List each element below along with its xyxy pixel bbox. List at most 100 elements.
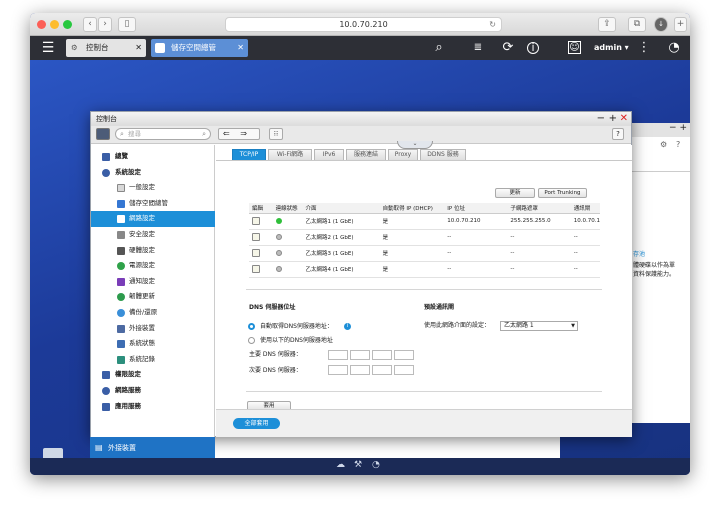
sidebar-item-network[interactable]: 網路設定: [91, 211, 215, 227]
secondary-dns-label: 次要 DNS 伺服器：: [249, 367, 302, 374]
add-icon[interactable]: +: [679, 123, 687, 133]
overview-icon: [102, 153, 110, 161]
sidebar-item-general[interactable]: 一般設定: [91, 180, 215, 196]
tab-control-panel[interactable]: ⚙ 控制台 ✕: [66, 39, 146, 57]
secondary-dns-octet[interactable]: [394, 365, 414, 375]
sidebar-item-applications[interactable]: 應用服務: [91, 399, 215, 415]
new-tab-icon[interactable]: +: [674, 17, 687, 32]
secondary-dns-octet[interactable]: [328, 365, 348, 375]
sidebar-item-network-services[interactable]: 網路服務: [91, 383, 215, 399]
tab-ipv6[interactable]: IPv6: [314, 149, 344, 160]
menu-icon[interactable]: ☰: [40, 40, 56, 56]
tab-ddns[interactable]: DDNS 服務: [420, 149, 466, 160]
user-menu[interactable]: admin ▾: [594, 40, 629, 56]
tab-storage-manager[interactable]: 儲存空間總管 ✕: [151, 39, 248, 57]
edit-icon[interactable]: [252, 233, 260, 241]
collapse-icon[interactable]: ⌄: [397, 141, 433, 149]
table-row[interactable]: 乙太網路2 (1 GbE) 是 -- -- --: [249, 229, 600, 246]
system-logs-icon: [117, 355, 125, 364]
info-icon[interactable]: i: [527, 42, 539, 54]
cloud-icon[interactable]: ☁: [336, 460, 345, 470]
tab-tcpip[interactable]: TCP/IP: [232, 149, 266, 160]
sidebar-item-firmware[interactable]: 韌體更新: [91, 289, 215, 305]
sidebar-item-hardware[interactable]: 硬體設定: [91, 243, 215, 259]
window-title: 控制台: [96, 115, 117, 123]
more-icon[interactable]: ⋮: [636, 40, 652, 56]
sidebar-item-system-logs[interactable]: 系統記錄: [91, 352, 215, 368]
download-icon[interactable]: ↓: [654, 17, 668, 32]
tabs-overview-icon[interactable]: ⧉: [628, 17, 646, 32]
forward-icon[interactable]: ›: [98, 17, 112, 32]
background-task-icon[interactable]: ≣: [470, 40, 486, 56]
user-icon[interactable]: ☺: [568, 41, 581, 54]
forward-arrow-icon[interactable]: ⇒: [240, 129, 247, 138]
tools-icon[interactable]: ⚒: [354, 460, 362, 470]
primary-dns-octet[interactable]: [328, 350, 348, 360]
edit-icon[interactable]: [252, 217, 260, 225]
table-row[interactable]: 乙太網路3 (1 GbE) 是 -- -- --: [249, 245, 600, 262]
close-icon[interactable]: ✕: [237, 39, 244, 57]
tab-wifi[interactable]: Wi-Fi網路: [268, 149, 312, 160]
control-panel-window: 控制台 − + ✕ ⌕ 搜尋 ⌕ ⇐ ⇒ ⁝⁝ ? 總覽 系統設定 一般設定 儲…: [90, 111, 632, 437]
close-icon[interactable]: ✕: [620, 112, 628, 126]
sidebar-item-system-status[interactable]: 系統狀態: [91, 336, 215, 352]
minimize-window-button[interactable]: [50, 20, 59, 29]
sidebar-toggle-icon[interactable]: ▯: [118, 17, 136, 32]
primary-dns-octet[interactable]: [394, 350, 414, 360]
maximize-icon[interactable]: +: [609, 112, 617, 126]
tab-proxy[interactable]: Proxy: [388, 149, 418, 160]
sidebar-item-privilege[interactable]: 權限設定: [91, 367, 215, 383]
dashboard-icon[interactable]: ◔: [666, 40, 682, 56]
gateway-select[interactable]: 乙太網路 1 ▼: [500, 321, 578, 331]
share-icon[interactable]: ⇪: [598, 17, 616, 32]
dns-manual-radio[interactable]: [248, 337, 255, 344]
secondary-dns-octet[interactable]: [372, 365, 392, 375]
refresh-button[interactable]: 更新: [495, 188, 535, 198]
reload-icon[interactable]: ↻: [489, 18, 496, 31]
general-settings-icon: [117, 184, 125, 193]
primary-dns-octet[interactable]: [350, 350, 370, 360]
sidebar-item-external-device[interactable]: 外接裝置: [91, 321, 215, 337]
sidebar-item-storage[interactable]: 儲存空間總管: [91, 196, 215, 212]
dashboard-icon[interactable]: ◔: [372, 460, 380, 470]
search-input[interactable]: ⌕ 搜尋 ⌕: [115, 128, 211, 140]
port-trunking-button[interactable]: Port Trunking: [538, 188, 587, 198]
back-icon[interactable]: ‹: [83, 17, 97, 32]
sidebar-item-overview[interactable]: 總覽: [91, 149, 215, 165]
primary-dns-octet[interactable]: [372, 350, 392, 360]
sync-icon[interactable]: ⟳: [500, 40, 516, 56]
close-window-button[interactable]: [37, 20, 46, 29]
tab-label: 控制台: [86, 43, 109, 52]
settings-icon[interactable]: ⚙: [660, 140, 667, 149]
edit-icon[interactable]: [252, 265, 260, 273]
app-grid-icon[interactable]: ⁝⁝: [269, 128, 283, 140]
address-bar[interactable]: 10.0.70.210 ↻: [225, 17, 502, 32]
info-icon[interactable]: i: [344, 323, 351, 330]
network-interface-table: 編輯 連線狀態 介面 自動取得 IP (DHCP) IP 位址 子網路遮罩 通訊…: [249, 203, 600, 278]
search-icon[interactable]: ⌕: [431, 40, 447, 56]
apply-all-button[interactable]: 全部套用: [233, 418, 280, 429]
external-device-bar[interactable]: ▤ 外接裝置: [90, 437, 215, 459]
sidebar-item-backup[interactable]: 備份/還原: [91, 305, 215, 321]
dns-auto-radio[interactable]: [248, 323, 255, 330]
back-arrow-icon[interactable]: ⇐: [223, 129, 230, 138]
view-toggle-icon[interactable]: [96, 128, 110, 140]
sidebar-item-system-settings[interactable]: 系統設定: [91, 165, 215, 181]
minimize-icon[interactable]: −: [597, 112, 605, 126]
secondary-dns-octet[interactable]: [350, 365, 370, 375]
close-icon[interactable]: ✕: [135, 39, 142, 57]
sidebar-item-power[interactable]: 電源設定: [91, 258, 215, 274]
minimize-icon[interactable]: −: [669, 123, 677, 133]
sidebar-item-notification[interactable]: 通知設定: [91, 274, 215, 290]
tab-service-binding[interactable]: 服務連結: [346, 149, 386, 160]
network-settings-panel: ⌄ TCP/IP Wi-Fi網路 IPv6 服務連結 Proxy DDNS 服務…: [216, 141, 632, 437]
sidebar-item-security[interactable]: 安全設定: [91, 227, 215, 243]
edit-icon[interactable]: [252, 249, 260, 257]
help-icon[interactable]: ?: [612, 128, 624, 140]
table-row[interactable]: 乙太網路1 (1 GbE) 是 10.0.70.210 255.255.255.…: [249, 213, 600, 230]
help-icon[interactable]: ?: [676, 140, 680, 149]
back-forward-buttons[interactable]: ⇐ ⇒: [218, 128, 260, 140]
external-device-icon: [117, 324, 125, 333]
zoom-window-button[interactable]: [63, 20, 72, 29]
table-row[interactable]: 乙太網路4 (1 GbE) 是 -- -- --: [249, 261, 600, 278]
